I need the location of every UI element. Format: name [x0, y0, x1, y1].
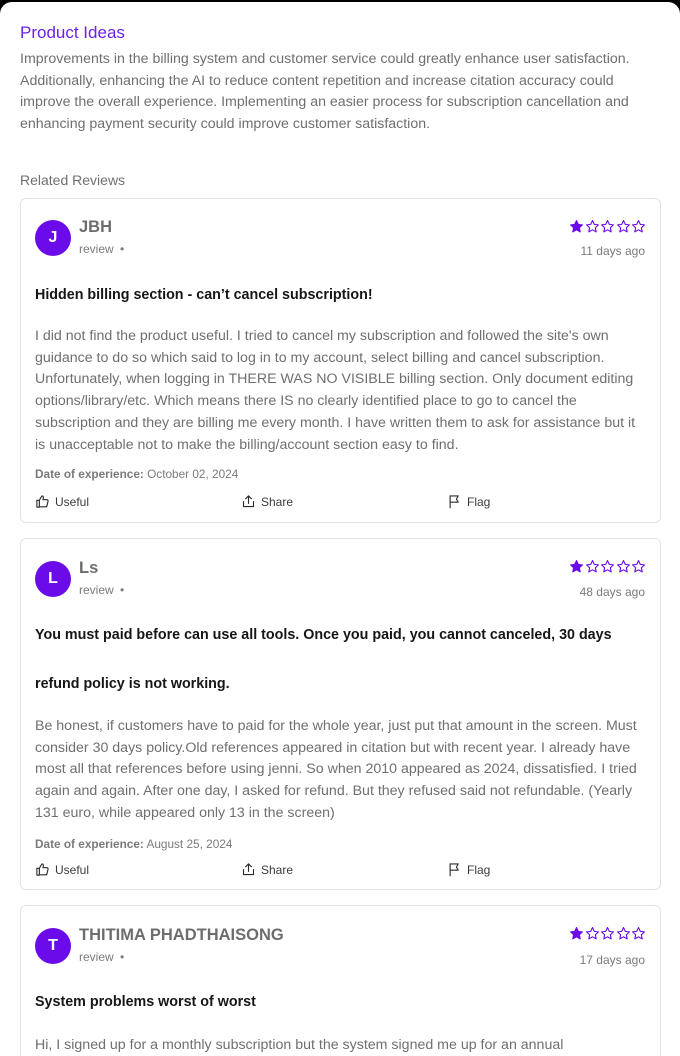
meta-separator: •: [120, 583, 125, 597]
share-label: Share: [261, 862, 294, 877]
star-outline-icon: [601, 927, 614, 940]
star-outline-icon: [616, 560, 630, 573]
star-outline-icon: [585, 220, 599, 233]
related-reviews-title: Related Reviews: [20, 172, 126, 188]
flag-icon: [447, 494, 462, 509]
avatar: T: [35, 928, 71, 964]
review-body: I did not find the product useful. I tri…: [35, 328, 636, 453]
star-rating: [569, 219, 646, 234]
star-outline-icon: [585, 927, 599, 940]
review-type: review: [79, 583, 114, 597]
share-label: Share: [261, 494, 294, 509]
review-meta: review •: [79, 950, 124, 964]
review-meta: review •: [79, 242, 124, 256]
share-icon: [241, 862, 256, 877]
star-outline-icon: [632, 560, 645, 573]
star-outline-icon: [601, 560, 614, 573]
share-button[interactable]: Share: [241, 862, 293, 877]
useful-label: Useful: [55, 494, 90, 509]
review-age: 17 days ago: [579, 953, 645, 967]
star-outline-icon: [632, 220, 645, 233]
product-ideas-title: Product Ideas: [20, 23, 125, 42]
doe-value: August 25, 2024: [146, 837, 233, 851]
meta-separator: •: [120, 950, 125, 964]
share-icon: [241, 494, 256, 509]
review-card: L Ls review • 48 days ago You must paid …: [20, 538, 661, 890]
review-age: 48 days ago: [579, 585, 645, 599]
thumbs-up-icon: [35, 862, 50, 877]
review-type: review: [79, 242, 114, 256]
flag-button[interactable]: Flag: [447, 494, 490, 509]
date-of-experience: Date of experience: October 02, 2024: [35, 467, 238, 481]
review-card: J JBH review • 11 days ago Hidden billin…: [20, 198, 661, 523]
doe-label: Date of experience:: [35, 467, 144, 481]
review-body: Be honest, if customers have to paid for…: [35, 718, 637, 821]
thumbs-up-icon: [35, 494, 50, 509]
flag-icon: [447, 862, 462, 877]
flag-label: Flag: [467, 494, 491, 509]
doe-value: October 02, 2024: [147, 467, 239, 481]
star-filled-icon: [570, 220, 583, 233]
useful-label: Useful: [55, 862, 90, 877]
star-outline-icon: [601, 220, 614, 233]
star-rating: [569, 926, 646, 941]
date-of-experience: Date of experience: August 25, 2024: [35, 837, 232, 851]
flag-label: Flag: [467, 862, 491, 877]
avatar: L: [35, 561, 71, 597]
review-title: System problems worst of worst: [35, 994, 256, 1010]
star-filled-icon: [570, 927, 583, 940]
reviewer-name: THITIMA PHADTHAISONG: [79, 926, 284, 944]
doe-label: Date of experience:: [35, 837, 144, 851]
review-age: 11 days ago: [580, 244, 646, 258]
avatar: J: [35, 220, 71, 256]
review-card: T THITIMA PHADTHAISONG review • 17 days …: [20, 905, 661, 1056]
meta-separator: •: [120, 242, 125, 256]
star-rating: [569, 559, 646, 574]
useful-button[interactable]: Useful: [35, 862, 89, 877]
reviewer-name: Ls: [79, 559, 99, 577]
review-body: Hi, I signed up for a monthly subscripti…: [35, 1037, 564, 1053]
review-title: Hidden billing section - can’t cancel su…: [35, 287, 373, 303]
reviewer-name: JBH: [79, 218, 113, 236]
star-outline-icon: [585, 560, 599, 573]
flag-button[interactable]: Flag: [447, 862, 490, 877]
product-ideas-text: Improvements in the billing system and c…: [20, 51, 630, 133]
review-meta: review •: [79, 583, 124, 597]
review-title: You must paid before can use all tools. …: [35, 627, 612, 692]
product-insights-panel: Product Ideas Improvements in the billin…: [0, 2, 680, 1056]
review-type: review: [79, 950, 114, 964]
star-outline-icon: [616, 220, 630, 233]
share-button[interactable]: Share: [241, 494, 293, 509]
star-filled-icon: [570, 560, 583, 573]
star-outline-icon: [616, 927, 630, 940]
useful-button[interactable]: Useful: [35, 494, 89, 509]
star-outline-icon: [632, 927, 645, 940]
